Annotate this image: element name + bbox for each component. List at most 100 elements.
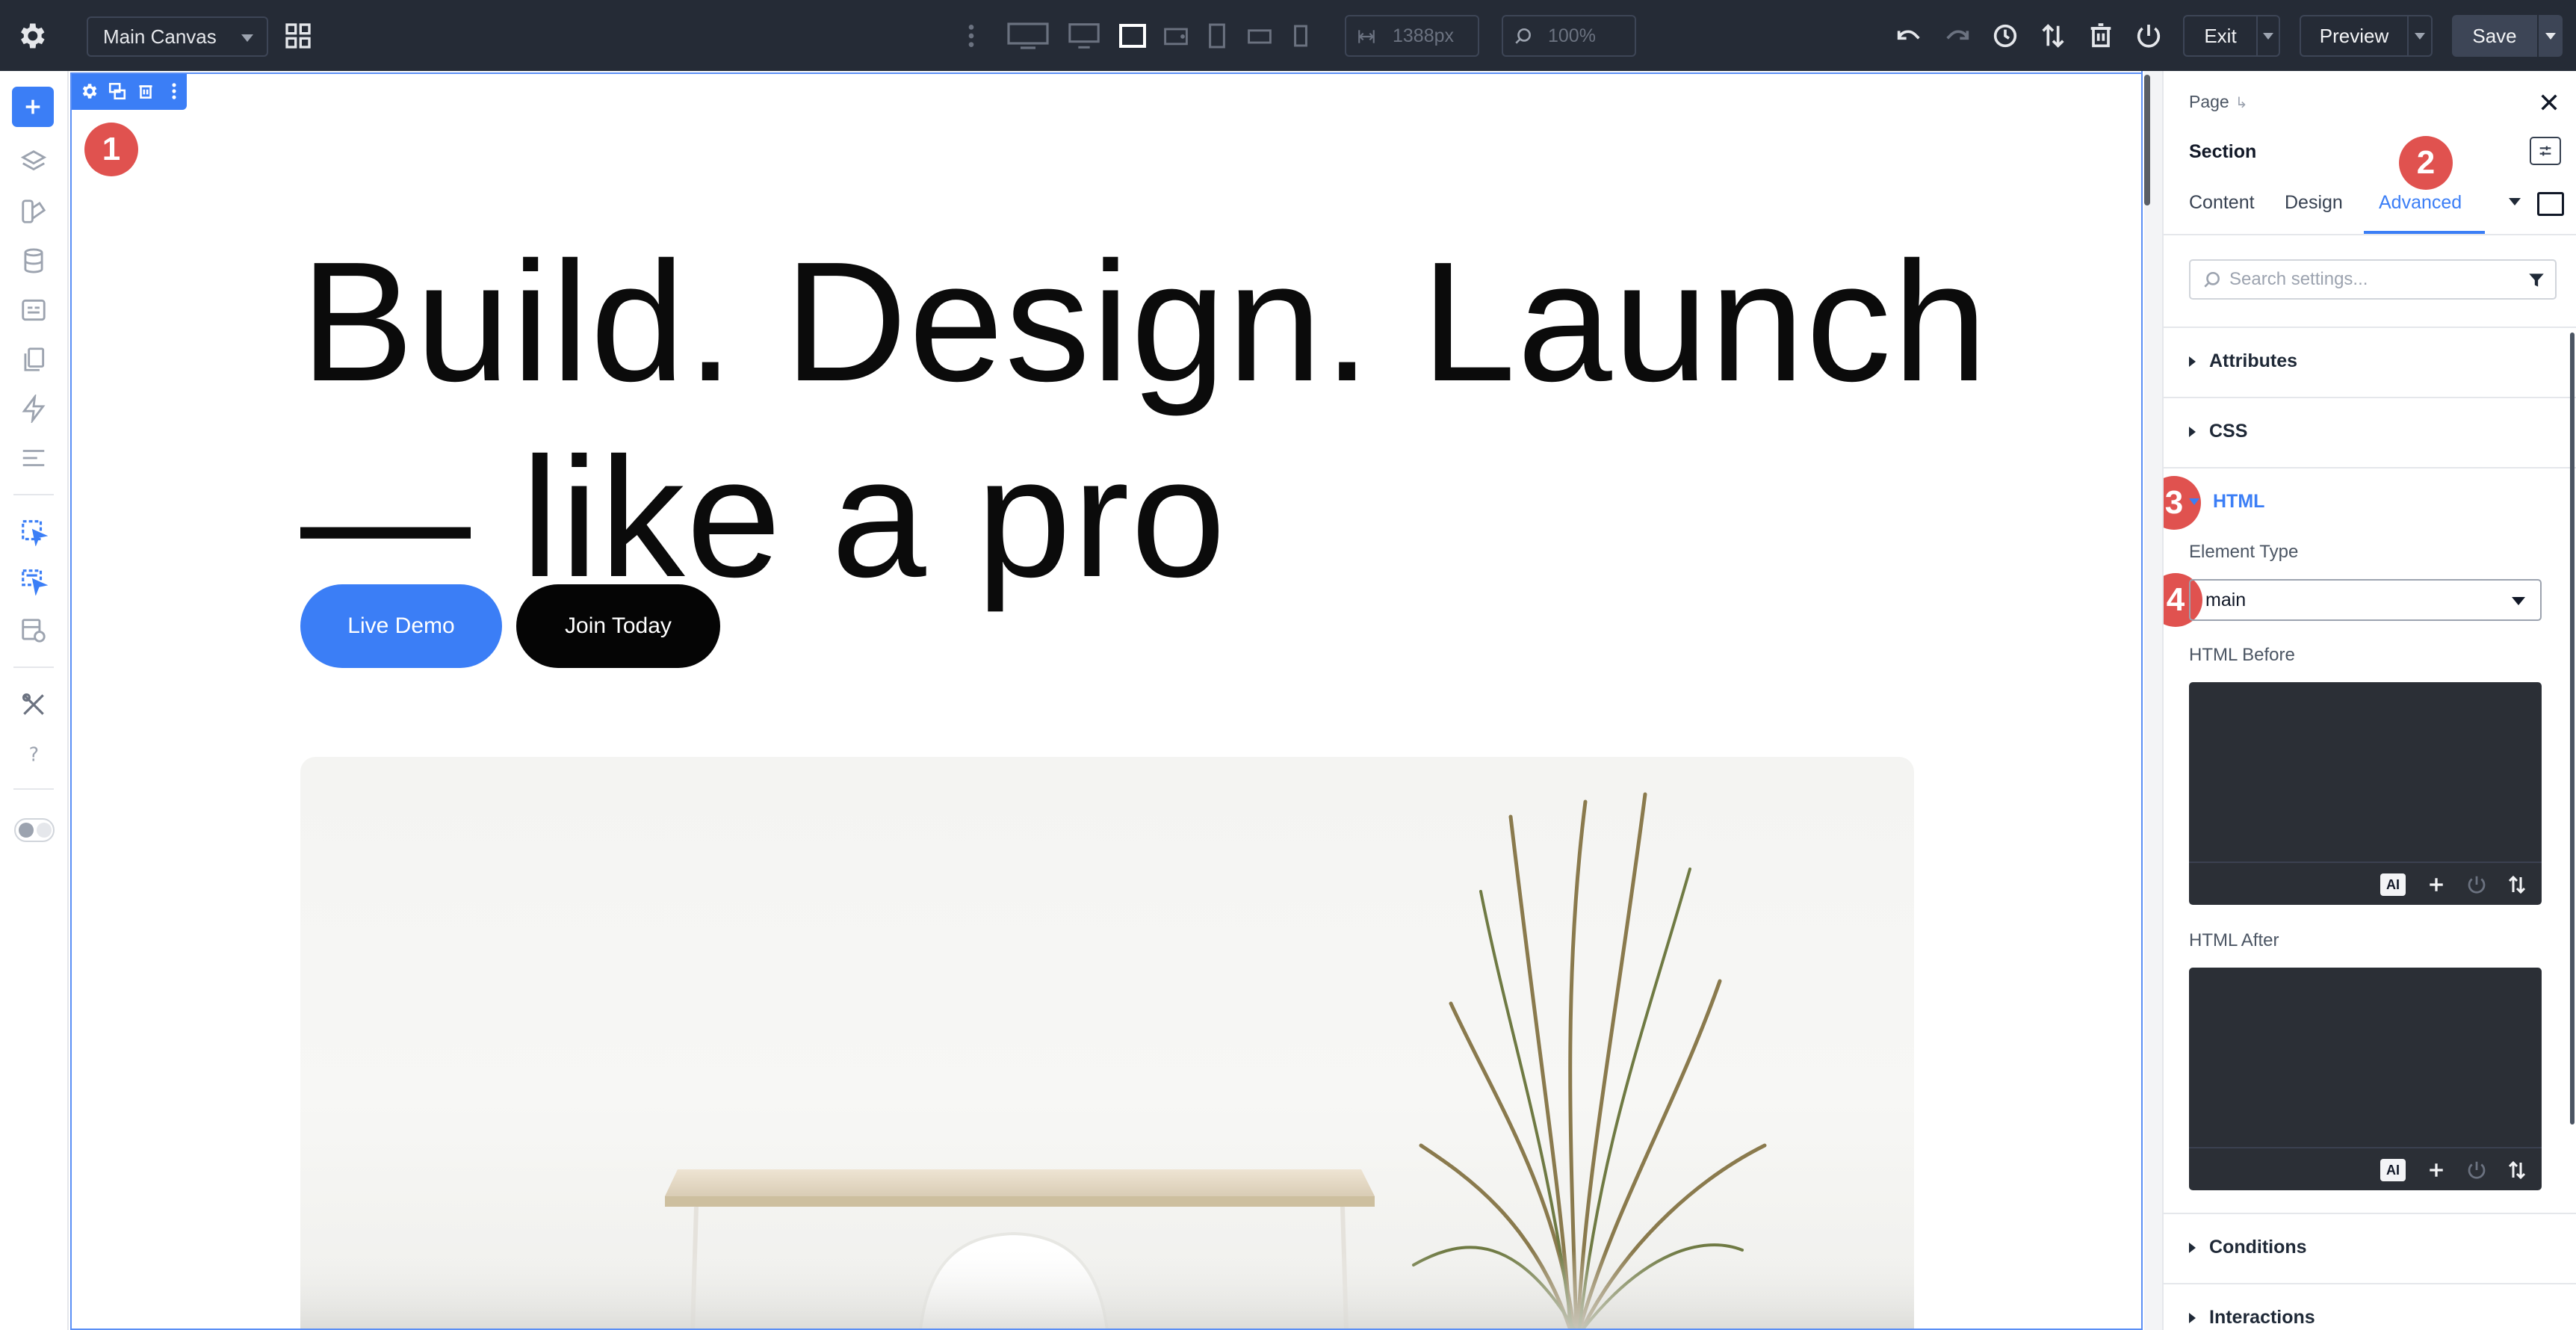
builder-canvas[interactable]: 1 Build. Design. Launch — like a pro Liv… xyxy=(69,71,2144,1330)
filter-icon[interactable] xyxy=(2527,270,2546,290)
power-icon[interactable] xyxy=(2465,1159,2488,1181)
sort-icon[interactable] xyxy=(2038,21,2068,51)
mobile-landscape-icon[interactable] xyxy=(1246,21,1273,51)
mobile-portrait-icon[interactable] xyxy=(1291,21,1310,51)
add-icon[interactable] xyxy=(2425,1159,2447,1181)
canvas-width-input[interactable]: 1388px xyxy=(1345,15,1479,57)
tab-design[interactable]: Design xyxy=(2285,192,2343,214)
exit-label: Exit xyxy=(2204,24,2237,47)
live-demo-button[interactable]: Live Demo xyxy=(300,584,502,668)
join-today-button[interactable]: Join Today xyxy=(516,584,720,668)
desktop-xl-icon[interactable] xyxy=(1006,21,1050,51)
accordion-attributes[interactable]: Attributes xyxy=(2189,350,2297,372)
preview-button[interactable]: Preview xyxy=(2300,15,2409,57)
templates-icon[interactable] xyxy=(19,616,48,645)
power-icon[interactable] xyxy=(2465,873,2488,896)
accordion-interactions[interactable]: Interactions xyxy=(2189,1307,2315,1329)
panel-options-button[interactable] xyxy=(2530,137,2561,165)
components-icon[interactable] xyxy=(19,197,48,226)
desktop-icon[interactable] xyxy=(1067,21,1101,51)
canvas-scrollbar[interactable] xyxy=(2144,75,2150,205)
tools-icon[interactable] xyxy=(19,690,48,719)
search-settings-input[interactable]: Search settings... xyxy=(2189,259,2557,300)
annotation-badge: 1 xyxy=(84,123,138,176)
laptop-icon[interactable] xyxy=(1118,21,1148,51)
power-icon[interactable] xyxy=(2134,21,2164,51)
left-sidebar: ? xyxy=(0,71,69,1330)
accordion-conditions[interactable]: Conditions xyxy=(2189,1237,2307,1258)
query-icon[interactable] xyxy=(19,567,49,596)
layout-grid-icon[interactable] xyxy=(283,21,313,51)
panel-scrollbar[interactable] xyxy=(2570,332,2575,1125)
dynamic-data-icon[interactable] xyxy=(19,518,49,547)
tab-content[interactable]: Content xyxy=(2189,192,2255,214)
presets-icon[interactable] xyxy=(19,444,48,472)
chevron-right-icon xyxy=(2189,1242,2196,1253)
breadcrumb[interactable]: Page ↳ xyxy=(2189,92,2247,112)
canvas-select[interactable]: Main Canvas xyxy=(87,16,268,57)
divider xyxy=(2164,234,2576,235)
history-icon[interactable] xyxy=(1990,21,2020,51)
chevron-down-icon xyxy=(2415,32,2425,40)
save-dropdown-button[interactable] xyxy=(2537,15,2563,57)
accordion-label: Attributes xyxy=(2209,350,2298,371)
help-icon[interactable]: ? xyxy=(19,740,48,768)
accordion-css[interactable]: CSS xyxy=(2189,421,2247,442)
chevron-down-icon xyxy=(241,34,253,42)
accordion-html[interactable]: HTML xyxy=(2189,491,2264,513)
html-after-editor[interactable]: AI xyxy=(2189,968,2542,1190)
divider xyxy=(2164,1213,2576,1214)
chevron-down-icon[interactable] xyxy=(2509,198,2521,205)
editor-toolbar: AI xyxy=(2189,1147,2542,1190)
ai-button[interactable]: AI xyxy=(2380,1159,2406,1181)
more-vertical-icon[interactable] xyxy=(964,21,979,51)
trash-icon[interactable] xyxy=(133,78,158,104)
square-icon[interactable] xyxy=(2537,192,2564,216)
close-icon[interactable] xyxy=(2537,90,2561,114)
sort-icon[interactable] xyxy=(2506,873,2528,896)
sidebar-divider xyxy=(13,494,54,495)
duplicate-icon[interactable] xyxy=(105,78,130,104)
layers-icon[interactable] xyxy=(19,148,48,176)
redo-icon[interactable] xyxy=(1942,21,1972,51)
html-before-editor[interactable]: AI xyxy=(2189,682,2542,905)
interactions-icon[interactable] xyxy=(19,393,48,424)
add-icon[interactable] xyxy=(2425,873,2447,896)
settings-icon[interactable] xyxy=(15,19,48,52)
save-button[interactable]: Save xyxy=(2452,15,2537,57)
section-toolbar xyxy=(70,72,187,110)
element-type-select[interactable]: main xyxy=(2189,579,2542,621)
chevron-right-icon xyxy=(2189,426,2196,437)
preview-label: Preview xyxy=(2319,24,2389,47)
database-icon[interactable] xyxy=(19,247,48,275)
accordion-label: HTML xyxy=(2213,491,2265,512)
add-element-button[interactable] xyxy=(12,87,54,127)
hero-photo-illustration xyxy=(300,792,1914,1330)
exit-dropdown-button[interactable] xyxy=(2258,15,2280,57)
tab-advanced[interactable]: Advanced xyxy=(2379,192,2462,214)
preview-dropdown-button[interactable] xyxy=(2409,15,2433,57)
exit-button[interactable]: Exit xyxy=(2183,15,2258,57)
trash-icon[interactable] xyxy=(2086,21,2116,51)
search-placeholder: Search settings... xyxy=(2229,269,2368,289)
breadcrumb-page[interactable]: Page xyxy=(2189,92,2229,111)
settings-panel: Page ↳ Section Content Design Advanced 2 … xyxy=(2162,71,2576,1330)
theme-toggle[interactable] xyxy=(14,818,55,842)
save-label: Save xyxy=(2472,24,2517,47)
divider xyxy=(2164,397,2576,398)
chevron-down-icon xyxy=(2512,597,2525,605)
tablet-landscape-icon[interactable] xyxy=(1162,21,1189,51)
sort-icon[interactable] xyxy=(2506,1159,2528,1181)
forms-icon[interactable] xyxy=(19,296,48,324)
more-vertical-icon[interactable] xyxy=(161,78,187,104)
tablet-portrait-icon[interactable] xyxy=(1206,21,1228,51)
accordion-label: CSS xyxy=(2209,421,2248,442)
zoom-input[interactable]: 100% xyxy=(1502,15,1636,57)
hero-image xyxy=(300,757,1914,1330)
pages-icon[interactable] xyxy=(19,345,48,374)
ai-button[interactable]: AI xyxy=(2380,873,2406,896)
html-before-label: HTML Before xyxy=(2189,645,2295,665)
toggle-knob xyxy=(37,823,52,838)
settings-icon[interactable] xyxy=(76,78,102,104)
undo-icon[interactable] xyxy=(1894,21,1924,51)
